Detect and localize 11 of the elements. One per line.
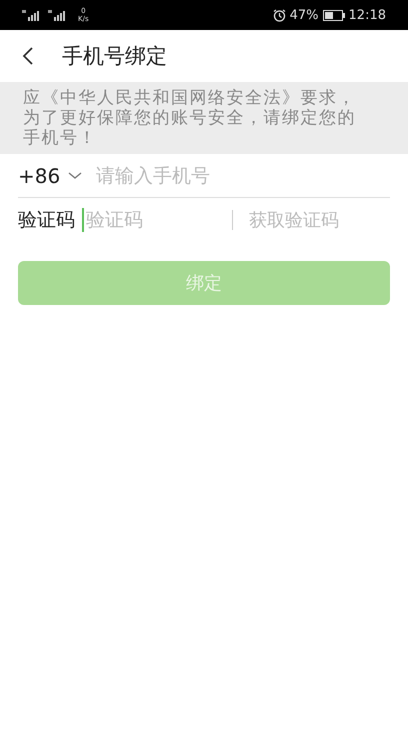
clock-time: 12:18 [348, 8, 386, 22]
battery-percent: 47% [290, 8, 319, 22]
caret-icon [68, 172, 82, 180]
country-code-selector[interactable]: +86 [18, 164, 82, 188]
back-icon[interactable] [22, 47, 34, 65]
get-code-button[interactable]: 获取验证码 [249, 208, 339, 232]
battery-icon [322, 10, 345, 20]
notice-text: 应《中华人民共和国网络安全法》要求，为了更好保障您的账号安全，请绑定您的手机号！ [23, 88, 357, 148]
code-label: 验证码 [18, 208, 75, 232]
page-title: 手机号绑定 [62, 43, 167, 70]
alarm-icon [272, 8, 286, 22]
